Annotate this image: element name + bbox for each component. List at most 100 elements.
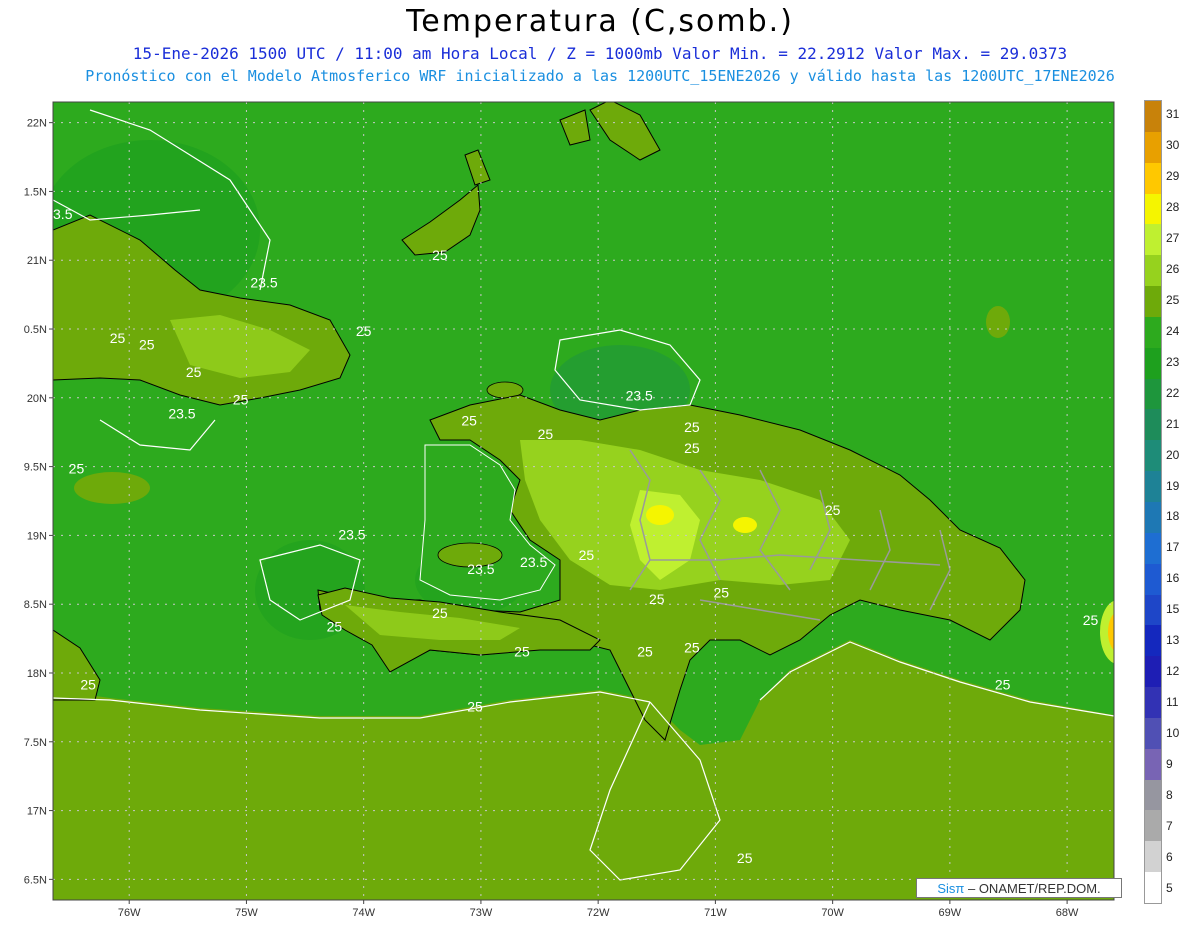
lon-tick-label: 73W [470,907,493,919]
lat-tick-label: 19N [27,530,47,542]
colorbar-label: 7 [1166,818,1173,833]
lat-tick-label: 22N [27,118,47,130]
colorbar-label: 5 [1166,880,1173,895]
lon-tick-label: 71W [704,907,727,919]
contour-label: 23.5 [467,561,494,577]
lat-tick-label: 0.5N [24,324,47,336]
colorbar-label: 24 [1166,323,1180,338]
contour-label: 25 [461,412,477,428]
warm-patch [1100,600,1114,664]
contour-label: 25 [684,440,700,456]
colorbar-label: 13 [1166,633,1180,648]
colorbar-segment [1145,532,1161,564]
lon-tick-label: 76W [118,907,141,919]
credit-text: – ONAMET/REP.DOM. [964,881,1101,896]
land-hot-core [646,505,674,525]
colorbar-segment [1145,440,1161,472]
colorbar-label: 25 [1166,293,1180,307]
lon-tick-label: 69W [939,907,962,919]
colorbar-label: 20 [1166,447,1180,462]
colorbar-label: 6 [1166,849,1173,864]
credit-brand: Sisπ [937,881,965,896]
contour-label: 25 [579,547,595,563]
contour-label: 25 [327,619,343,635]
colorbar-label: 12 [1166,664,1180,679]
colorbar-segment [1145,810,1161,842]
contour-label: 25 [186,364,202,380]
contour-label: 23.5 [250,275,277,291]
lon-tick-label: 72W [587,907,610,919]
contour-label: 23.5 [520,554,547,570]
land-island [74,472,150,504]
contour-label: 25 [684,419,700,435]
colorbar-segment [1145,471,1161,502]
colorbar-segment [1145,224,1161,256]
colorbar-segment [1145,162,1161,194]
colorbar-label: 21 [1166,416,1180,431]
contour-label: 25 [713,584,729,600]
warm-patch [1108,613,1114,651]
contour-label: 25 [139,337,155,353]
colorbar-label: 27 [1166,231,1180,246]
colorbar-label: 18 [1166,509,1180,524]
contour-label: 25 [80,676,96,692]
colorbar-label: 22 [1166,385,1180,400]
colorbar-label: 28 [1166,200,1180,215]
colorbar-label: 19 [1166,478,1180,493]
colorbar-segment [1145,717,1161,749]
contour-label: 23.5 [168,405,195,421]
contour-label: 25 [825,502,841,518]
colorbar-label: 16 [1166,571,1180,586]
lon-tick-label: 68W [1056,907,1079,919]
colorbar-segment [1145,872,1161,903]
lat-tick-label: 1.5N [24,186,47,198]
lat-tick-label: 17N [27,806,47,818]
contour-label: 25 [538,426,554,442]
lon-tick-label: 74W [352,907,375,919]
colorbar-label: 9 [1166,756,1173,771]
lat-tick-label: 18N [27,668,47,680]
colorbar-segment [1145,687,1161,718]
contour-label: 25 [233,392,249,408]
colorbar-label: 8 [1166,787,1173,802]
lat-tick-label: 20N [27,393,47,405]
colorbar-segment [1145,131,1161,163]
colorbar-segment [1145,193,1161,225]
contour-label: 23.5 [45,206,72,222]
contour-label: 25 [110,330,126,346]
land-island [986,306,1010,338]
contour-label: 25 [356,323,372,339]
lat-tick-label: 21N [27,255,47,267]
colorbar-label: 10 [1166,725,1180,740]
colorbar-label: 23 [1166,354,1180,369]
credit-box: Sisπ – ONAMET/REP.DOM. [916,878,1122,898]
contour-label: 25 [432,247,448,263]
contour-label: 25 [637,643,653,659]
colorbar-segment [1145,347,1161,379]
colorbar-segment [1145,378,1161,410]
temperature-map: 22N 1.5N 21N 0.5N 20N 9.5N 19N 8.5N 18N 7.5N 17N 6.… [24,101,1115,919]
colorbar-segment [1145,841,1161,873]
contour-label: 25 [432,605,448,621]
colorbar-segment [1145,101,1161,132]
colorbar-label: 15 [1166,602,1180,617]
contour-label: 25 [995,676,1011,692]
colorbar-segment [1145,501,1161,533]
contour-label: 23.5 [338,527,365,543]
colorbar-segment [1145,748,1161,780]
contour-label: 23.5 [626,388,653,404]
colorbar-segment [1145,594,1161,626]
lon-tick-label: 70W [821,907,844,919]
lon-tick-label: 75W [235,907,258,919]
colorbar [1144,100,1162,904]
contour-label: 25 [649,591,665,607]
colorbar-segment [1145,656,1161,688]
colorbar-segment [1145,409,1161,441]
colorbar-label: 30 [1166,138,1180,153]
contour-label: 25 [737,850,753,866]
colorbar-segment [1145,779,1161,811]
contour-label: 25 [684,639,700,655]
colorbar-segment [1145,625,1161,657]
colorbar-segment [1145,563,1161,595]
contour-label: 25 [1083,612,1099,628]
